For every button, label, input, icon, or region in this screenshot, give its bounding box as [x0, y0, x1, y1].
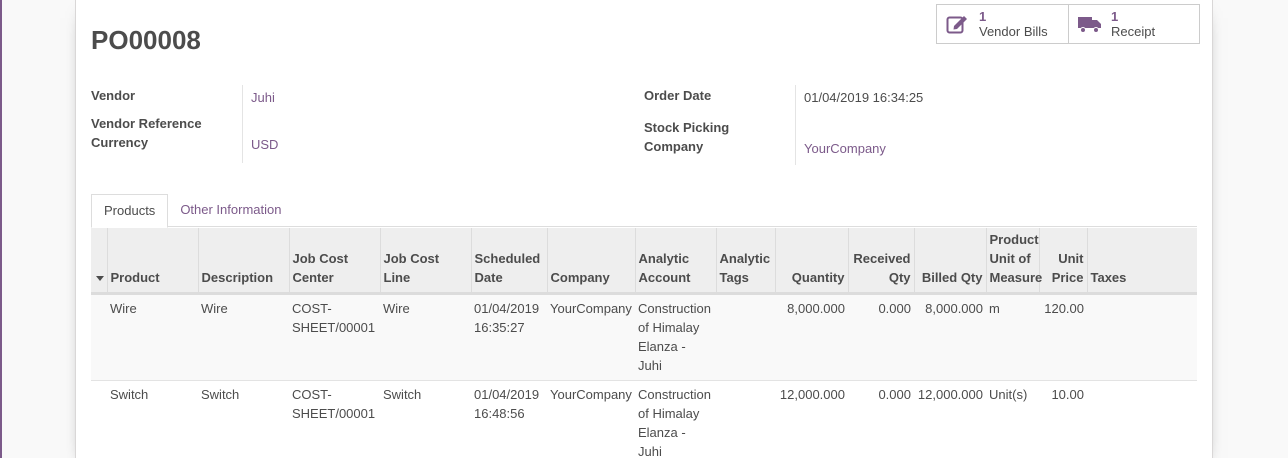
vendor-bills-label: Vendor Bills: [979, 24, 1048, 39]
field-divider: [242, 85, 243, 163]
company-value[interactable]: YourCompany: [804, 139, 886, 158]
column-header[interactable]: Received Qty: [847, 228, 914, 295]
cell-quantity[interactable]: 8,000.000: [775, 293, 848, 381]
company-label: Company: [644, 139, 704, 154]
cell-uom[interactable]: Unit(s): [986, 380, 1039, 458]
stock-picking-label: Stock Picking: [644, 120, 730, 135]
cell-billed-qty[interactable]: 12,000.000: [914, 380, 986, 458]
notebook-tabs: Products Other Information: [91, 194, 1197, 228]
column-header[interactable]: Billed Qty: [913, 228, 986, 295]
cell-job-cost-line[interactable]: Switch: [380, 380, 471, 458]
column-header[interactable]: Job Cost Line: [379, 228, 471, 295]
page-title: PO00008: [91, 25, 201, 55]
cell-description[interactable]: Switch: [198, 380, 289, 458]
cell-quantity[interactable]: 12,000.000: [775, 380, 848, 458]
column-header[interactable]: Description: [197, 228, 289, 295]
pencil-square-icon: [943, 9, 973, 39]
column-header[interactable]: Job Cost Center: [288, 228, 380, 295]
cell-billed-qty[interactable]: 8,000.000: [914, 293, 986, 381]
tab-other-information[interactable]: Other Information: [168, 194, 293, 226]
truck-icon: [1075, 9, 1105, 39]
cell-description[interactable]: Wire: [198, 293, 289, 381]
receipt-button[interactable]: 1 Receipt: [1068, 5, 1199, 43]
table-row[interactable]: Wire Wire COST-SHEET/00001 Wire 01/04/20…: [91, 293, 1197, 381]
vendor-label: Vendor: [91, 88, 136, 103]
order-date-value[interactable]: 01/04/2019 16:34:25: [804, 88, 923, 107]
cell-unit-price[interactable]: 120.00: [1039, 293, 1087, 381]
vendor-bills-button[interactable]: 1 Vendor Bills: [937, 5, 1068, 43]
column-header[interactable]: Product Unit of Measure: [985, 228, 1042, 295]
cell-unit-price[interactable]: 10.00: [1039, 380, 1087, 458]
column-header[interactable]: Analytic Tags: [715, 228, 775, 295]
column-header[interactable]: Scheduled Date: [470, 228, 547, 295]
column-header[interactable]: Taxes: [1086, 228, 1197, 295]
order-date-label: Order Date: [644, 88, 712, 103]
currency-label: Currency: [91, 135, 149, 150]
column-header[interactable]: Company: [546, 228, 635, 295]
vendor-bills-count: 1: [979, 9, 987, 24]
row-handle: [91, 380, 107, 458]
order-lines-table: Product Description Job Cost Center Job …: [91, 228, 1197, 458]
cell-scheduled-date[interactable]: 01/04/2019 16:35:27: [471, 293, 547, 381]
cell-analytic-account[interactable]: Construction of Himalay Elanza - Juhi: [635, 293, 716, 381]
cell-job-cost-line[interactable]: Wire: [380, 293, 471, 381]
cell-company[interactable]: YourCompany: [547, 380, 635, 458]
cell-company[interactable]: YourCompany: [547, 293, 635, 381]
column-header[interactable]: Unit Price: [1038, 228, 1087, 295]
cell-analytic-tags[interactable]: [716, 380, 775, 458]
cell-received-qty[interactable]: 0.000: [848, 380, 914, 458]
currency-value[interactable]: USD: [251, 135, 278, 154]
cell-uom[interactable]: m: [986, 293, 1039, 381]
row-handle: [91, 293, 107, 381]
receipt-count: 1: [1111, 9, 1119, 24]
table-row[interactable]: Switch Switch COST-SHEET/00001 Switch 01…: [91, 380, 1197, 458]
tab-products[interactable]: Products: [91, 194, 169, 228]
cell-product[interactable]: Wire: [107, 293, 198, 381]
column-header[interactable]: Analytic Account: [634, 228, 716, 295]
table-header-row: Product Description Job Cost Center Job …: [91, 228, 1197, 295]
app-left-border: [0, 0, 2, 458]
sort-handle-header[interactable]: [91, 228, 107, 295]
cell-taxes[interactable]: [1087, 293, 1197, 381]
cell-received-qty[interactable]: 0.000: [848, 293, 914, 381]
vendor-reference-label: Vendor Reference: [91, 116, 202, 131]
caret-down-icon: [96, 276, 104, 282]
column-header[interactable]: Quantity: [774, 228, 848, 295]
column-header[interactable]: Product: [106, 228, 198, 295]
form-sheet: 1 Vendor Bills 1 Receipt PO00008 Vendor …: [75, 0, 1213, 458]
vendor-value[interactable]: Juhi: [251, 88, 275, 107]
cell-job-cost-center[interactable]: COST-SHEET/00001: [289, 293, 380, 381]
field-divider: [795, 85, 796, 165]
cell-analytic-tags[interactable]: [716, 293, 775, 381]
cell-job-cost-center[interactable]: COST-SHEET/00001: [289, 380, 380, 458]
cell-scheduled-date[interactable]: 01/04/2019 16:48:56: [471, 380, 547, 458]
smart-button-box: 1 Vendor Bills 1 Receipt: [936, 4, 1200, 44]
cell-taxes[interactable]: [1087, 380, 1197, 458]
receipt-label: Receipt: [1111, 24, 1156, 39]
cell-product[interactable]: Switch: [107, 380, 198, 458]
cell-analytic-account[interactable]: Construction of Himalay Elanza - Juhi: [635, 380, 716, 458]
